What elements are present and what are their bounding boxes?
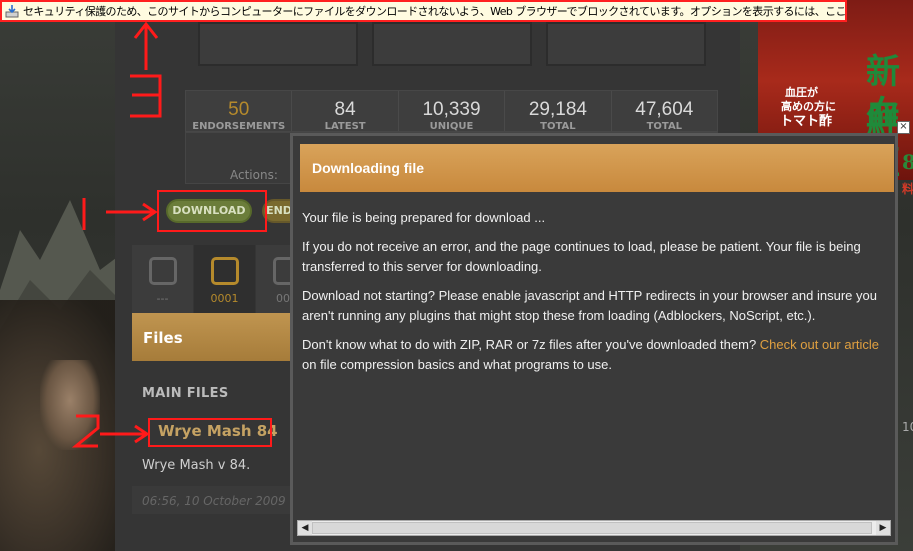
stats-strip: 50 ENDORSEMENTS 84 LATEST 10,339 UNIQUE … [185,90,718,132]
dialog-title: Downloading file [312,160,424,176]
stat-value: 84 [334,99,356,120]
stat-label: LATEST [324,121,366,132]
download-blocked-infobar[interactable]: セキュリティ保護のため、このサイトからコンピューターにファイルをダウンロードされ… [0,0,847,22]
files-header: Files [143,329,183,347]
scroll-left-arrow-icon[interactable]: ◀ [298,521,312,535]
stat-endorsements: 50 ENDORSEMENTS [186,91,293,132]
close-icon[interactable]: × [897,121,910,134]
stat-label: ENDORSEMENTS [192,121,286,132]
header-stat-box [198,22,358,66]
dialog-paragraph-patience: If you do not receive an error, and the … [302,239,861,274]
stat-latest: 84 LATEST [292,91,399,132]
help-text-after: on file compression basics and what prog… [302,357,612,372]
annotation-box-file [148,418,272,447]
header-stat-box [372,22,532,66]
ad-tail: 料 [902,182,913,196]
help-text-before: Don't know what to do with ZIP, RAR or 7… [302,337,760,352]
infobar-message: セキュリティ保護のため、このサイトからコンピューターにファイルをダウンロードされ… [23,5,845,18]
dialog-paragraph-preparing: Your file is being prepared for download… [302,210,546,225]
scrollbar-thumb[interactable] [312,522,872,534]
downloading-dialog: Downloading file Your file is being prep… [290,133,898,545]
ad-caption-3: トマト酢 [780,114,833,129]
tab-count: 0001 [210,292,239,305]
stat-label: TOTAL [540,121,576,132]
stat-total-views: 47,604 TOTAL [612,91,717,132]
dialog-header: Downloading file [300,144,894,192]
actions-label: Actions: [230,168,278,182]
horizontal-scrollbar[interactable]: ◀ ▶ [297,520,891,536]
stat-label: TOTAL [646,121,683,132]
scroll-right-arrow-icon[interactable]: ▶ [876,521,890,535]
annotation-box-download [157,190,267,232]
tab-count: --- [156,292,169,305]
main-files-heading: MAIN FILES [142,386,229,401]
stat-unique: 10,339 UNIQUE [399,91,506,132]
file-description: Wrye Mash v 84. [142,458,251,473]
dialog-body: Your file is being prepared for download… [302,208,892,384]
stat-value: 50 [228,99,250,120]
side-number: 10 [902,420,913,434]
file-date: 06:56, 10 October 2009 [142,494,286,508]
stat-label: UNIQUE [429,121,474,132]
stat-total-downloads: 29,184 TOTAL [505,91,612,132]
dialog-paragraph-troubleshoot: Download not starting? Please enable jav… [302,288,877,323]
warrior-face [40,360,100,450]
stat-value: 47,604 [635,99,694,120]
download-blocked-icon [5,5,19,18]
stat-value: 29,184 [528,99,587,120]
dialog-paragraph-help: Don't know what to do with ZIP, RAR or 7… [302,335,892,375]
folder-icon [211,257,239,285]
ad-number: 8 [902,150,913,174]
header-stat-box [546,22,706,66]
compression-article-link[interactable]: Check out our article [760,337,879,352]
tab-files[interactable]: 0001 [194,245,255,313]
document-icon [149,257,177,285]
tab-description[interactable]: --- [132,245,193,313]
stat-value: 10,339 [422,99,481,120]
